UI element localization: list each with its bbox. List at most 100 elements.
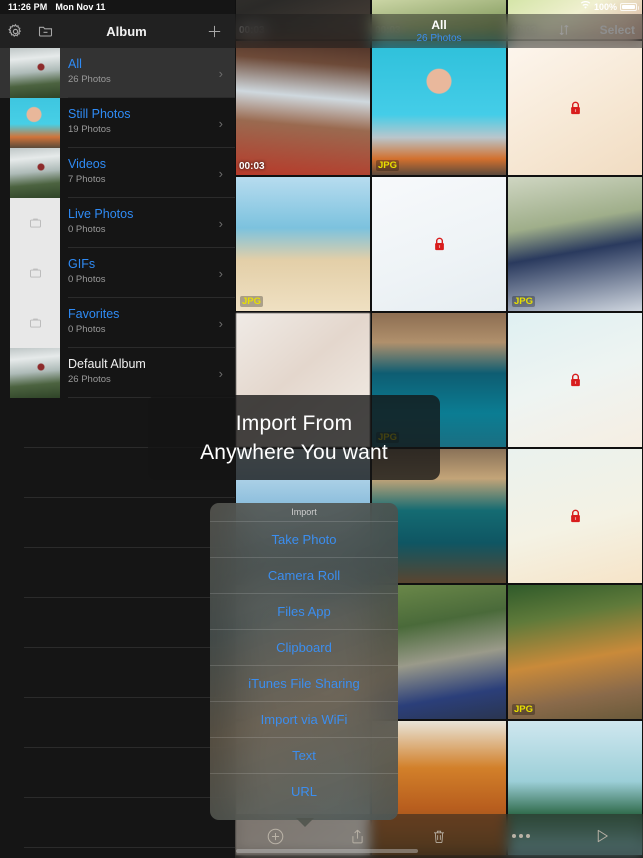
album-thumbnail bbox=[10, 48, 60, 98]
popover-item-text[interactable]: Text bbox=[210, 738, 398, 774]
sidebar-item-all[interactable]: All 26 Photos › bbox=[0, 48, 235, 98]
album-thumbnail bbox=[10, 198, 60, 248]
chevron-right-icon: › bbox=[218, 266, 223, 281]
sidebar-item-gifs[interactable]: GIFs 0 Photos › bbox=[0, 248, 235, 298]
popover-item-camera-roll[interactable]: Camera Roll bbox=[210, 558, 398, 594]
photo-cell[interactable] bbox=[507, 312, 643, 448]
album-name: All bbox=[68, 57, 82, 71]
chevron-right-icon: › bbox=[218, 216, 223, 231]
select-button[interactable]: Select bbox=[600, 23, 635, 37]
sidebar-empty-row bbox=[0, 598, 235, 648]
photos-app-window: 00:0300:0300:0300:03JPGJPGJPGJPGJPG Albu… bbox=[0, 0, 643, 858]
popover-item-itunes-file-sharing[interactable]: iTunes File Sharing bbox=[210, 666, 398, 702]
sidebar-header: Album bbox=[0, 14, 235, 48]
grid-photo-count: 26 Photos bbox=[416, 32, 462, 44]
album-text: Live Photos 0 Photos bbox=[68, 206, 133, 237]
battery-percent: 100% bbox=[593, 2, 617, 12]
album-text: Videos 7 Photos bbox=[68, 156, 106, 187]
chevron-right-icon: › bbox=[218, 366, 223, 381]
album-count: 0 Photos bbox=[68, 324, 106, 335]
plus-icon[interactable] bbox=[199, 16, 229, 46]
status-bar: 11:26 PM Mon Nov 11 100% bbox=[0, 0, 643, 14]
album-thumbnail bbox=[10, 248, 60, 298]
wifi-icon bbox=[580, 0, 591, 14]
album-name: Videos bbox=[68, 157, 106, 171]
popover-item-files-app[interactable]: Files App bbox=[210, 594, 398, 630]
photo-cell[interactable] bbox=[507, 448, 643, 584]
album-count: 0 Photos bbox=[68, 224, 106, 235]
tooltip-line-1: Import From bbox=[235, 411, 353, 435]
lock-icon bbox=[508, 41, 642, 175]
photo-cell[interactable]: JPG bbox=[235, 176, 371, 312]
add-circle-icon[interactable] bbox=[235, 827, 317, 846]
album-text: All 26 Photos bbox=[68, 56, 111, 87]
sidebar-empty-row bbox=[0, 798, 235, 848]
sidebar-item-still-photos[interactable]: Still Photos 19 Photos › bbox=[0, 98, 235, 148]
album-name: Still Photos bbox=[68, 107, 131, 121]
sidebar-item-default-album[interactable]: Default Album 26 Photos › bbox=[0, 348, 235, 398]
sidebar-title: Album bbox=[106, 23, 147, 39]
lock-icon bbox=[372, 177, 506, 311]
video-duration-badge: 00:03 bbox=[239, 161, 265, 172]
sidebar-item-videos[interactable]: Videos 7 Photos › bbox=[0, 148, 235, 198]
popover-arrow-icon bbox=[296, 818, 314, 827]
album-text: GIFs 0 Photos bbox=[68, 256, 106, 287]
sort-arrows-icon[interactable] bbox=[557, 23, 571, 42]
album-thumbnail bbox=[10, 98, 60, 148]
album-count: 0 Photos bbox=[68, 274, 106, 285]
popover-title: Import bbox=[210, 503, 398, 522]
import-popover[interactable]: Import Take Photo Camera Roll Files App Cli… bbox=[210, 503, 398, 820]
status-bar-right: 100% bbox=[580, 0, 639, 14]
album-count: 19 Photos bbox=[68, 124, 111, 135]
tooltip-text: Import From Anywhere You want bbox=[200, 409, 388, 467]
import-tooltip: Import From Anywhere You want bbox=[148, 395, 440, 480]
more-dots-icon[interactable] bbox=[480, 834, 562, 838]
album-name: Favorites bbox=[68, 307, 120, 321]
gear-icon[interactable] bbox=[0, 16, 30, 46]
chevron-right-icon: › bbox=[218, 66, 223, 81]
photo-cell[interactable]: JPG bbox=[507, 176, 643, 312]
photo-cell[interactable] bbox=[507, 40, 643, 176]
sidebar-empty-row bbox=[0, 498, 235, 548]
lock-icon bbox=[508, 449, 642, 583]
popover-menu-items[interactable]: Take Photo Camera Roll Files App Clipboard i… bbox=[210, 522, 398, 810]
album-name: GIFs bbox=[68, 257, 96, 271]
lock-icon bbox=[508, 313, 642, 447]
album-text: Favorites 0 Photos bbox=[68, 306, 119, 337]
play-icon[interactable] bbox=[561, 827, 643, 845]
photo-cell[interactable]: JPG bbox=[371, 40, 507, 176]
album-name: Default Album bbox=[68, 357, 146, 371]
status-bar-left: 11:26 PM Mon Nov 11 bbox=[8, 0, 105, 14]
grid-title: All bbox=[431, 17, 447, 32]
chevron-right-icon: › bbox=[218, 166, 223, 181]
popover-item-url[interactable]: URL bbox=[210, 774, 398, 810]
sidebar-item-live-photos[interactable]: Live Photos 0 Photos › bbox=[0, 198, 235, 248]
photo-cell[interactable] bbox=[371, 176, 507, 312]
album-count: 7 Photos bbox=[68, 174, 106, 185]
file-format-badge: JPG bbox=[376, 160, 400, 171]
home-indicator bbox=[236, 849, 418, 853]
album-text: Default Album 26 Photos bbox=[68, 356, 146, 387]
album-count: 26 Photos bbox=[68, 374, 111, 385]
file-format-badge: JPG bbox=[512, 704, 536, 715]
photo-cell[interactable]: JPG bbox=[507, 584, 643, 720]
file-format-badge: JPG bbox=[240, 296, 264, 307]
grid-header-bar: All 26 Photos Select bbox=[235, 14, 643, 48]
popover-item-take-photo[interactable]: Take Photo bbox=[210, 522, 398, 558]
photo-cell[interactable]: 00:03 bbox=[235, 40, 371, 176]
album-name: Live Photos bbox=[68, 207, 134, 221]
status-time: 11:26 PM bbox=[8, 2, 48, 12]
sidebar-empty-row bbox=[0, 548, 235, 598]
chevron-right-icon: › bbox=[218, 316, 223, 331]
trash-icon[interactable] bbox=[398, 827, 480, 846]
grid-header-titles: All 26 Photos bbox=[235, 18, 643, 45]
share-icon[interactable] bbox=[317, 827, 399, 846]
sidebar-item-favorites[interactable]: Favorites 0 Photos › bbox=[0, 298, 235, 348]
battery-icon bbox=[620, 3, 639, 11]
file-format-badge: JPG bbox=[512, 296, 536, 307]
popover-item-import-via-wifi[interactable]: Import via WiFi bbox=[210, 702, 398, 738]
album-text: Still Photos 19 Photos bbox=[68, 106, 131, 137]
popover-item-clipboard[interactable]: Clipboard bbox=[210, 630, 398, 666]
sidebar-empty-row bbox=[0, 648, 235, 698]
tooltip-line-2: Anywhere You want bbox=[200, 440, 388, 464]
